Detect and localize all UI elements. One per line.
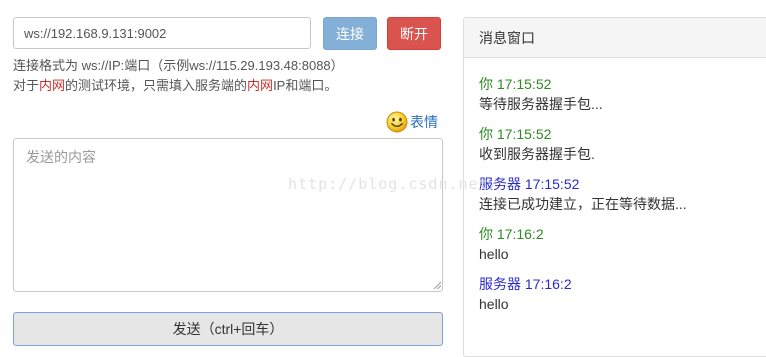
intranet-highlight: 内网: [247, 78, 274, 93]
intranet-hint-text: IP和端口。: [273, 78, 338, 93]
websocket-url-input[interactable]: [13, 17, 311, 49]
message-sender: 服务器: [479, 176, 521, 192]
intranet-hint: 对于内网的测试环境，只需填入服务端的内网IP和端口。: [13, 78, 337, 94]
message-text: 收到服务器握手包.: [479, 146, 595, 162]
message-sender: 服务器: [479, 276, 521, 292]
connect-button[interactable]: 连接: [323, 17, 377, 50]
message-input[interactable]: [13, 138, 443, 292]
message-text: 等待服务器握手包...: [479, 96, 603, 112]
send-button[interactable]: 发送（ctrl+回车）: [13, 312, 443, 346]
message-text: hello: [479, 246, 509, 262]
emoji-link-label[interactable]: 表情: [410, 112, 438, 132]
smiley-face-icon[interactable]: [386, 111, 408, 133]
message-sender: 你: [479, 76, 493, 92]
message-time: 17:15:52: [496, 76, 552, 92]
message-time: 17:16:2: [496, 226, 544, 242]
message-header: 你 17:15:52: [479, 74, 687, 94]
message-entry: 你 17:15:52 收到服务器握手包.: [479, 124, 687, 174]
intranet-hint-text: 的测试环境，只需填入服务端的: [65, 78, 248, 93]
message-header: 服务器 17:16:2: [479, 274, 687, 294]
message-window-panel: 消息窗口 你 17:15:52 等待服务器握手包... 你 17:15:52 收…: [463, 17, 766, 357]
message-entry: 服务器 17:16:2 hello: [479, 274, 687, 324]
disconnect-button[interactable]: 断开: [387, 17, 441, 50]
resize-handle-icon[interactable]: [433, 281, 441, 289]
message-header: 你 17:16:2: [479, 224, 687, 244]
message-time: 17:15:52: [496, 126, 552, 142]
message-text: hello: [479, 296, 509, 312]
intranet-highlight: 内网: [39, 78, 66, 93]
message-log: 你 17:15:52 等待服务器握手包... 你 17:15:52 收到服务器握…: [479, 74, 687, 324]
message-time: 17:15:52: [524, 176, 580, 192]
message-sender: 你: [479, 126, 493, 142]
message-entry: 服务器 17:15:52 连接已成功建立，正在等待数据...: [479, 174, 687, 224]
emoji-picker-link[interactable]: 表情: [386, 111, 438, 133]
message-sender: 你: [479, 226, 493, 242]
message-text: 连接已成功建立，正在等待数据...: [479, 196, 687, 212]
message-header: 服务器 17:15:52: [479, 174, 687, 194]
message-entry: 你 17:15:52 等待服务器握手包...: [479, 74, 687, 124]
intranet-hint-text: 对于: [13, 78, 40, 93]
connection-format-hint: 连接格式为 ws://IP:端口（示例ws://115.29.193.48:80…: [13, 58, 344, 73]
message-header: 你 17:15:52: [479, 124, 687, 144]
message-entry: 你 17:16:2 hello: [479, 224, 687, 274]
message-window-title: 消息窗口: [464, 18, 766, 58]
message-time: 17:16:2: [524, 276, 572, 292]
